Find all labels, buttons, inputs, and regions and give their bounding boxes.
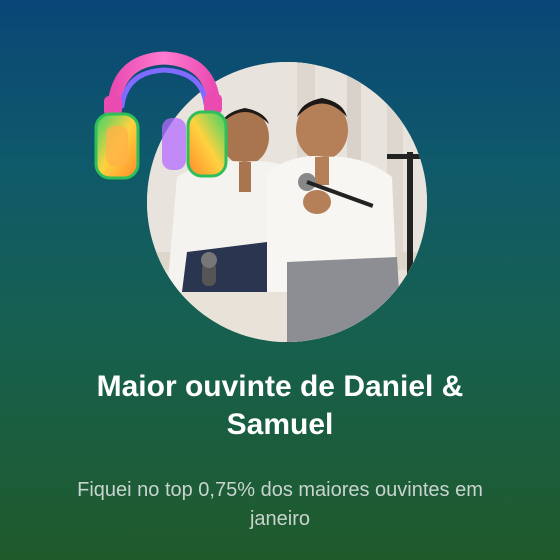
- wrapped-card: Maior ouvinte de Daniel & Samuel Fiquei …: [0, 0, 560, 560]
- page-title: Maior ouvinte de Daniel & Samuel: [96, 370, 464, 441]
- stat-description: Fiquei no top 0,75% dos maiores ouvintes…: [77, 479, 483, 530]
- headphones-icon: [92, 48, 232, 188]
